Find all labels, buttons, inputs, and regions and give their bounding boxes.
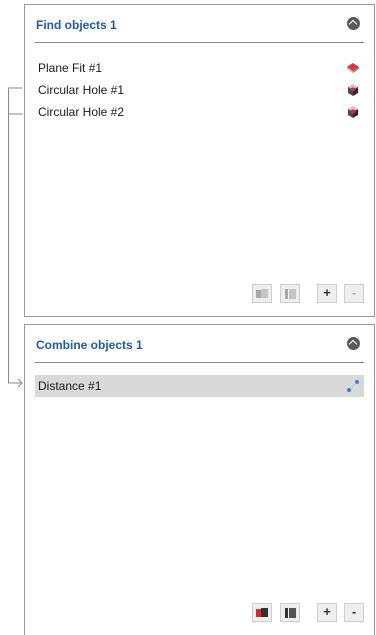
item-label: Distance #1 [38, 379, 102, 393]
remove-object-button[interactable]: - [344, 603, 364, 622]
add-object-button[interactable]: + [317, 603, 337, 622]
item-label: Circular Hole #2 [38, 105, 125, 119]
collapse-icon[interactable] [347, 337, 360, 350]
paste-objects-icon [285, 608, 296, 618]
find-objects-title: Find objects 1 [36, 18, 117, 32]
collapse-icon[interactable] [347, 17, 360, 30]
find-objects-list: Plane Fit #1 Circular Hole #1 Circular H… [35, 57, 364, 123]
list-item-plane-fit[interactable]: Plane Fit #1 [35, 57, 364, 79]
distance-icon [347, 380, 359, 392]
plane-fit-icon [347, 63, 359, 73]
add-object-button[interactable]: + [317, 284, 337, 303]
list-item-distance[interactable]: Distance #1 [35, 375, 364, 397]
copy-objects-button[interactable] [252, 603, 272, 622]
find-objects-panel: Find objects 1 Plane Fit #1 Circular Hol… [24, 4, 375, 317]
remove-object-button[interactable]: - [344, 284, 364, 303]
combine-objects-toolbar: + - [252, 603, 364, 622]
list-item-circular-hole-1[interactable]: Circular Hole #1 [35, 79, 364, 101]
copy-objects-icon [256, 608, 268, 617]
paste-objects-button[interactable] [280, 603, 300, 622]
item-label: Circular Hole #1 [38, 83, 125, 97]
copy-objects-icon [256, 289, 268, 298]
circular-hole-icon [348, 106, 358, 118]
combine-objects-list: Distance #1 [35, 375, 364, 397]
item-label: Plane Fit #1 [38, 61, 103, 75]
combine-objects-panel: Combine objects 1 Distance #1 + - [24, 324, 375, 635]
list-item-circular-hole-2[interactable]: Circular Hole #2 [35, 101, 364, 123]
circular-hole-icon [348, 84, 358, 96]
find-objects-toolbar: + - [252, 284, 364, 303]
paste-objects-icon [285, 289, 296, 299]
combine-objects-header: Combine objects 1 [35, 325, 364, 363]
flow-connector [8, 87, 23, 388]
paste-objects-button[interactable] [280, 284, 300, 303]
combine-objects-title: Combine objects 1 [36, 338, 143, 352]
copy-objects-button[interactable] [252, 284, 272, 303]
find-objects-header: Find objects 1 [35, 5, 364, 43]
